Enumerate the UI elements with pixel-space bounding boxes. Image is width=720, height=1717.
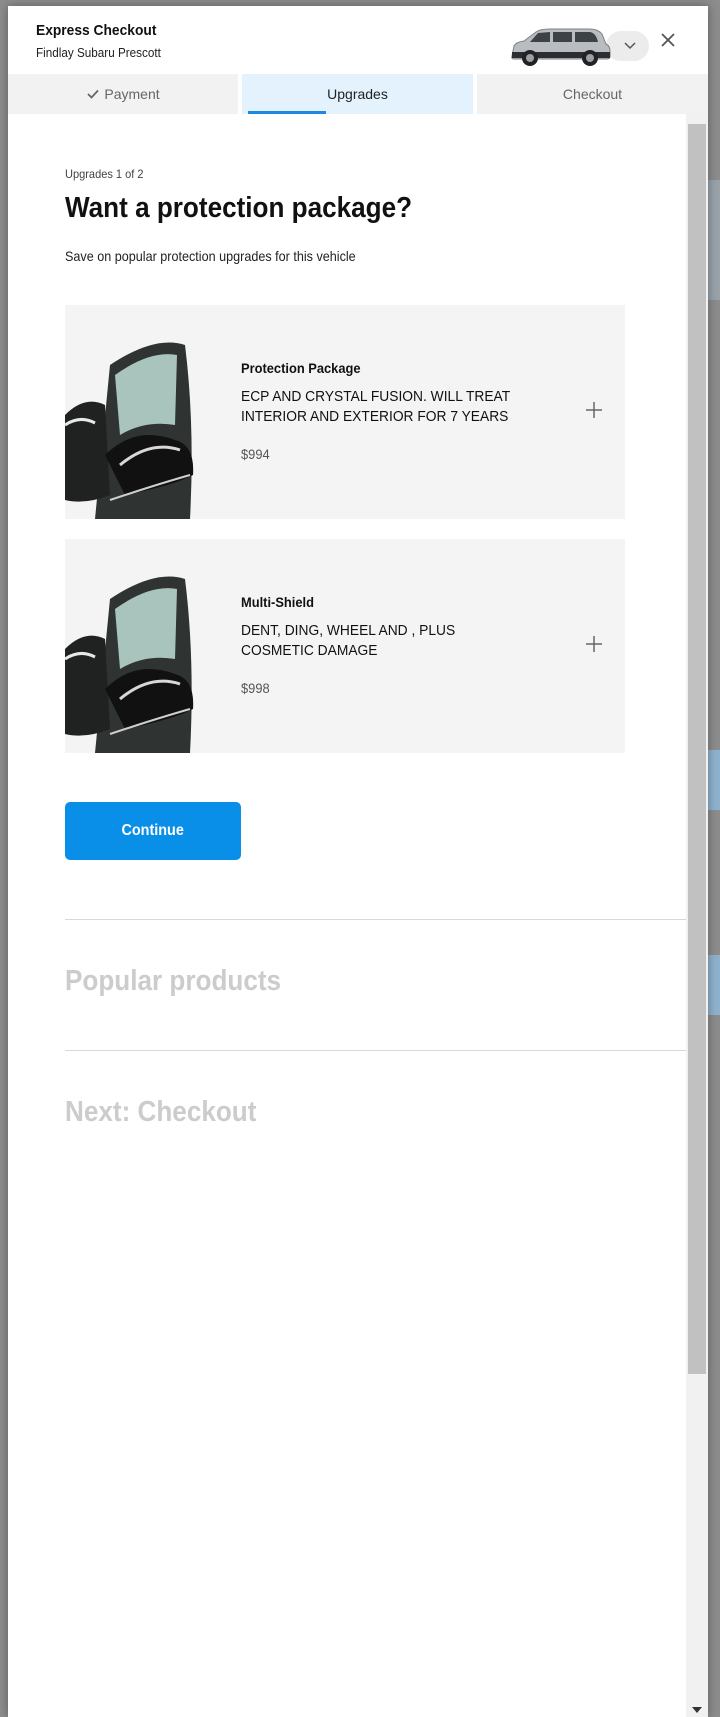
add-plus-icon[interactable]	[584, 400, 604, 420]
scrollbar-thumb[interactable]	[688, 124, 706, 1374]
background-strip	[708, 180, 720, 300]
product-image	[65, 305, 225, 519]
section-divider	[65, 919, 686, 920]
car-thumbnail-icon	[511, 28, 611, 66]
product-name: Multi-Shield	[241, 594, 314, 610]
vehicle-selector[interactable]	[506, 20, 651, 68]
modal-title: Express Checkout	[36, 22, 157, 39]
tab-upgrades[interactable]: Upgrades	[242, 74, 473, 114]
page-title: Want a protection package?	[65, 192, 413, 224]
tab-payment-label: Payment	[104, 86, 160, 102]
modal-header: Express Checkout Findlay Subaru Prescott	[8, 6, 708, 74]
upgrades-content: Upgrades 1 of 2 Want a protection packag…	[8, 114, 686, 1717]
product-card-multi-shield[interactable]: Multi-Shield DENT, DING, WHEEL AND , PLU…	[65, 539, 625, 753]
tab-checkout[interactable]: Checkout	[477, 74, 708, 114]
continue-button-label: Continue	[121, 822, 185, 839]
product-name: Protection Package	[241, 360, 361, 376]
product-description: DENT, DING, WHEEL AND , PLUS COSMETIC DA…	[241, 622, 456, 659]
product-price: $998	[241, 680, 270, 696]
next-checkout-heading[interactable]: Next: Checkout	[65, 1096, 256, 1129]
scroll-down-arrow-icon[interactable]	[691, 1705, 703, 1715]
product-price: $994	[241, 446, 270, 462]
background-strip	[708, 750, 720, 810]
page-description: Save on popular protection upgrades for …	[65, 248, 356, 264]
product-description: ECP AND CRYSTAL FUSION. WILL TREAT INTER…	[241, 388, 510, 425]
tab-upgrades-label: Upgrades	[327, 86, 388, 102]
popular-products-heading[interactable]: Popular products	[65, 965, 281, 998]
checkmark-icon	[87, 89, 100, 99]
section-divider	[65, 1050, 686, 1051]
close-icon[interactable]	[656, 28, 680, 52]
background-strip	[708, 955, 720, 1015]
continue-button[interactable]: Continue	[65, 802, 241, 860]
express-checkout-modal: Express Checkout Findlay Subaru Prescott	[8, 6, 708, 1717]
chevron-down-icon[interactable]	[622, 37, 638, 53]
add-plus-icon[interactable]	[584, 634, 604, 654]
checkout-steps-tabs: Payment Upgrades Checkout	[8, 74, 708, 114]
product-image	[65, 539, 225, 753]
tab-checkout-label: Checkout	[562, 86, 623, 102]
tab-payment[interactable]: Payment	[8, 74, 238, 114]
product-card-protection-package[interactable]: Protection Package ECP AND CRYSTAL FUSIO…	[65, 305, 625, 519]
step-counter: Upgrades 1 of 2	[65, 167, 144, 181]
dealer-name: Findlay Subaru Prescott	[36, 45, 161, 60]
content-scrollbar[interactable]	[686, 114, 708, 1717]
